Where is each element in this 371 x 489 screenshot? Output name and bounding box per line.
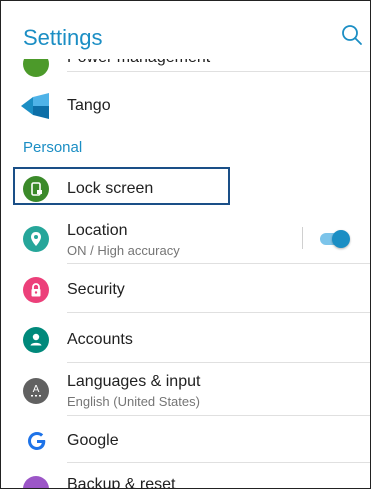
- tango-label: Tango: [67, 97, 111, 114]
- languages-icon: A: [23, 378, 49, 404]
- settings-screen: Power management Tango Personal Lock scr…: [0, 0, 371, 489]
- divider: [67, 415, 370, 416]
- list-item-tango[interactable]: Tango: [1, 81, 370, 131]
- security-label: Security: [67, 281, 125, 298]
- divider: [67, 462, 370, 463]
- location-label: Location: [67, 222, 128, 239]
- accounts-label: Accounts: [67, 331, 133, 348]
- google-label: Google: [67, 432, 119, 449]
- selection-highlight: [13, 167, 230, 205]
- app-bar: Settings: [1, 1, 370, 59]
- list-item-accounts[interactable]: Accounts: [1, 315, 370, 363]
- svg-text:A: A: [33, 384, 40, 395]
- page-title: Settings: [23, 25, 103, 50]
- section-header-personal: Personal: [23, 139, 83, 156]
- search-icon[interactable]: [340, 23, 364, 47]
- accounts-icon: [23, 327, 49, 353]
- languages-label: Languages & input: [67, 373, 201, 390]
- divider: [67, 312, 370, 313]
- list-item-backup[interactable]: Backup & reset: [1, 467, 370, 489]
- toggle-thumb[interactable]: [332, 230, 350, 248]
- languages-current: English (United States): [67, 394, 200, 409]
- list-item-security[interactable]: Security: [1, 267, 370, 313]
- divider: [67, 71, 370, 72]
- backup-label: Backup & reset: [67, 476, 176, 489]
- divider: [67, 263, 370, 264]
- list-item-google[interactable]: Google: [1, 417, 370, 463]
- location-status: ON / High accuracy: [67, 243, 180, 258]
- tango-icon: [21, 93, 51, 119]
- backup-icon: [23, 476, 49, 488]
- location-icon: [23, 226, 49, 252]
- toggle-separator: [302, 227, 303, 249]
- list-item-languages[interactable]: A Languages & input English (United Stat…: [1, 363, 370, 417]
- security-icon: [23, 277, 49, 303]
- list-item-location[interactable]: Location ON / High accuracy: [1, 213, 370, 265]
- google-icon: [25, 429, 49, 453]
